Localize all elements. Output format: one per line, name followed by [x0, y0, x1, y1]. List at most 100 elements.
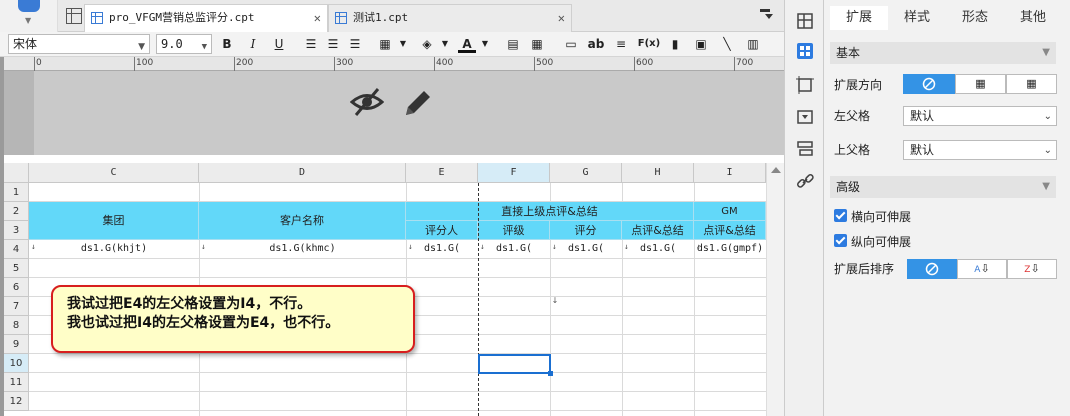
float-element-icon[interactable] — [796, 76, 814, 94]
insert-row-icon[interactable]: ▭ — [562, 35, 580, 53]
paragraph-icon[interactable]: ≡ — [612, 35, 630, 53]
row-header[interactable]: 1 — [4, 183, 29, 202]
tab-list-menu-icon[interactable] — [760, 9, 774, 23]
chevron-down-icon[interactable]: ▼ — [436, 35, 454, 53]
top-parent-select[interactable]: 默认 ⌄ — [903, 140, 1057, 160]
section-basic[interactable]: 基本 ▼ — [830, 42, 1056, 64]
slash-icon[interactable]: ╲ — [718, 35, 736, 53]
tab-other[interactable]: 其他 — [1004, 6, 1062, 30]
header-cell-rater[interactable]: 评分人 — [406, 221, 478, 240]
font-family-select[interactable]: 宋体 ▼ — [8, 34, 150, 54]
column-header-i[interactable]: I — [694, 163, 766, 183]
merge-cells-icon[interactable]: ▤ — [504, 35, 522, 53]
row-header[interactable]: 6 — [4, 278, 29, 297]
cell-g4[interactable]: ↓ ds1.G( — [550, 240, 622, 258]
bold-button[interactable]: B — [218, 35, 236, 53]
expand-vertical-button[interactable]: ▦ — [955, 74, 1006, 94]
left-parent-value: 默认 — [910, 109, 935, 123]
cell-h4[interactable]: ↓ ds1.G( — [622, 240, 694, 258]
row-header[interactable]: 8 — [4, 316, 29, 335]
app-menu-button[interactable]: ▼ — [0, 0, 58, 32]
row-header[interactable]: 12 — [4, 392, 29, 411]
expand-horizontal-button[interactable]: ▦ — [1006, 74, 1057, 94]
fill-color-icon[interactable]: ◈ — [418, 35, 436, 53]
header-cell-comment[interactable]: 点评&总结 — [622, 221, 694, 240]
tab-form[interactable]: 形态 — [946, 6, 1004, 30]
tab-expand[interactable]: 扩展 — [830, 6, 888, 30]
vertical-scrollbar[interactable] — [766, 163, 784, 416]
image-icon[interactable]: ▣ — [692, 35, 710, 53]
text-button[interactable]: ab — [586, 35, 606, 53]
font-size-select[interactable]: 9.0 ▼ — [156, 34, 212, 54]
widget-icon[interactable] — [796, 108, 814, 126]
sort-descending-button[interactable]: Z⇩ — [1007, 259, 1057, 279]
tab-label: pro_VFGM营销总监评分.cpt — [109, 11, 255, 24]
cell-c4[interactable]: ↓ ds1.G(khjt) — [29, 240, 199, 258]
cell-attribute-icon[interactable] — [796, 42, 814, 60]
border-icon[interactable]: ▦ — [376, 35, 394, 53]
cell-d4[interactable]: ↓ ds1.G(khmc) — [199, 240, 406, 258]
hyperlink-icon[interactable] — [796, 172, 814, 190]
column-header-h[interactable]: H — [622, 163, 694, 183]
expand-none-button[interactable] — [903, 74, 955, 94]
header-cell-direct-review[interactable]: 直接上级点评&总结 — [406, 202, 694, 221]
chevron-down-icon: ⌄ — [1043, 145, 1052, 156]
header-cell-gm[interactable]: GM — [694, 202, 766, 221]
template-grid-icon[interactable] — [66, 8, 82, 24]
column-header-c[interactable]: C — [29, 163, 199, 183]
row-header[interactable]: 5 — [4, 259, 29, 278]
header-cell-customer[interactable]: 客户名称 — [199, 202, 406, 240]
column-header-d[interactable]: D — [199, 163, 406, 183]
close-icon[interactable]: ✕ — [314, 5, 321, 31]
row-header[interactable]: 10 — [4, 354, 29, 373]
column-header-e[interactable]: E — [406, 163, 478, 183]
subreport-icon[interactable]: ▥ — [744, 35, 762, 53]
ruler-label: 300 — [336, 58, 354, 68]
close-icon[interactable]: ✕ — [558, 5, 565, 31]
cell-i4[interactable]: ↓ ds1.G(gmpf) — [694, 240, 766, 258]
column-header-f[interactable]: F — [478, 163, 550, 183]
section-advanced[interactable]: 高级 ▼ — [830, 176, 1056, 198]
left-parent-select[interactable]: 默认 ⌄ — [903, 106, 1057, 126]
underline-button[interactable]: U — [270, 35, 288, 53]
cell-e4[interactable]: ↓ ds1.G( — [406, 240, 478, 258]
condition-attribute-icon[interactable] — [796, 140, 814, 158]
sort-none-button[interactable] — [907, 259, 957, 279]
scroll-up-icon[interactable] — [771, 167, 781, 173]
fill-handle[interactable] — [548, 371, 553, 376]
selected-cell-f10[interactable] — [478, 354, 553, 376]
hidden-eye-icon[interactable] — [350, 87, 384, 117]
cell-element-icon[interactable] — [796, 12, 814, 30]
split-cells-icon[interactable]: ▦ — [528, 35, 546, 53]
ruler-label: 500 — [536, 58, 554, 68]
header-cell-group[interactable]: 集团 — [29, 202, 199, 240]
edit-pencil-icon[interactable] — [402, 87, 434, 119]
font-color-icon[interactable]: A — [458, 35, 476, 53]
chevron-down-icon[interactable]: ▼ — [394, 35, 412, 53]
row-header[interactable]: 3 — [4, 221, 29, 240]
tab-test1[interactable]: 测试1.cpt ✕ — [328, 4, 572, 32]
align-left-icon[interactable]: ☰ — [302, 35, 320, 53]
vertical-expand-checkbox[interactable] — [834, 234, 847, 247]
cell-f4[interactable]: ↓ ds1.G( — [478, 240, 550, 258]
chart-icon[interactable]: ▮ — [666, 35, 684, 53]
align-center-icon[interactable]: ☰ — [324, 35, 342, 53]
horizontal-expand-checkbox[interactable] — [834, 209, 847, 222]
tab-pro-vfgm[interactable]: pro_VFGM营销总监评分.cpt ✕ — [84, 4, 328, 32]
chevron-down-icon[interactable]: ▼ — [476, 35, 494, 53]
row-header[interactable]: 2 — [4, 202, 29, 221]
header-cell-grade[interactable]: 评级 — [478, 221, 550, 240]
header-cell-score[interactable]: 评分 — [550, 221, 622, 240]
formula-button[interactable]: F(x) — [636, 35, 662, 53]
row-header[interactable]: 4 — [4, 240, 29, 259]
align-right-icon[interactable]: ☰ — [346, 35, 364, 53]
sort-ascending-button[interactable]: A⇩ — [957, 259, 1007, 279]
tab-style[interactable]: 样式 — [888, 6, 946, 30]
header-cell-gm-comment[interactable]: 点评&总结 — [694, 221, 766, 240]
row-header[interactable]: 9 — [4, 335, 29, 354]
column-header-g[interactable]: G — [550, 163, 622, 183]
row-header[interactable]: 7 — [4, 297, 29, 316]
italic-button[interactable]: I — [244, 35, 262, 53]
grid-corner[interactable] — [4, 163, 29, 183]
row-header[interactable]: 11 — [4, 373, 29, 392]
